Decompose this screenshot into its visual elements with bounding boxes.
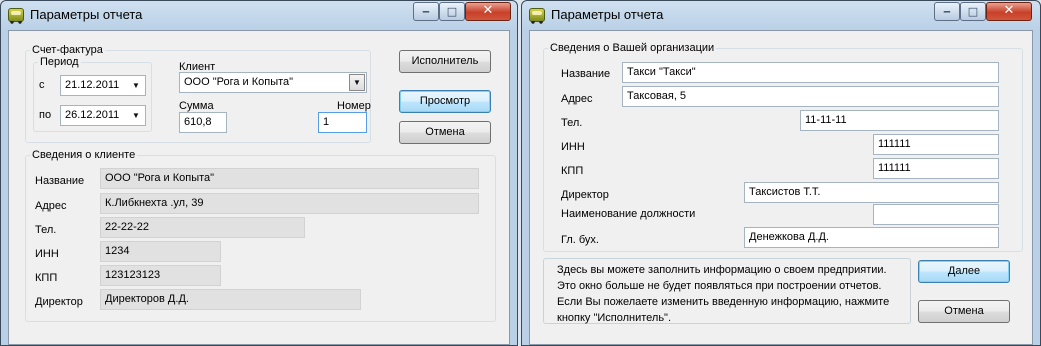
period-to-value: 26.12.2011 [65,109,120,121]
org-accountant-label: Гл. бух. [561,234,599,246]
close-button[interactable]: ✕ [986,2,1032,21]
report-params-window-right: Параметры отчета ‒ □ ✕ Сведения о Вашей … [521,0,1041,346]
client-select-value: ООО "Рога и Копыта" [184,76,294,88]
org-info-group: Сведения о Вашей организации Название Та… [543,41,1023,252]
period-from-date-picker[interactable]: 21.12.2011 ▼ [60,75,146,96]
title-bar[interactable]: Параметры отчета ‒ □ ✕ [1,1,517,29]
org-phone-label: Тел. [561,117,583,129]
dialog-client-area: Счет-фактура Период с 21.12.2011 ▼ по 26… [8,30,510,345]
client-info-group-title: Сведения о клиенте [30,148,138,162]
org-kpp-label: КПП [561,165,584,177]
period-from-value: 21.12.2011 [65,79,120,91]
client-name-label: Название [35,175,85,187]
chevron-down-icon[interactable]: ▼ [128,77,144,94]
org-phone-field[interactable]: 11-11-11 [800,110,999,131]
info-line: Если Вы пожелаете изменить введенную инф… [557,296,890,308]
info-line: кнопку "Исполнитель". [557,312,672,324]
info-line: Здесь вы можете заполнить информацию о с… [557,264,887,276]
executor-button[interactable]: Исполнитель [399,50,491,73]
sum-label: Сумма [179,100,214,112]
client-address-label: Адрес [35,200,67,212]
info-line: Это окно больше не будет появляться при … [557,280,882,292]
org-address-label: Адрес [561,93,593,105]
window-title: Параметры отчета [30,7,143,22]
org-inn-field[interactable]: 111111 [873,134,999,155]
app-car-icon [529,8,545,24]
client-inn-label: ИНН [35,248,59,260]
client-name-field[interactable]: ООО "Рога и Копыта" [100,168,479,189]
period-group-title: Период [38,55,81,69]
number-field[interactable]: 1 [318,112,367,133]
number-label: Номер [337,100,371,112]
maximize-button[interactable]: □ [960,2,986,21]
org-director-label: Директор [561,189,609,201]
info-text: Здесь вы можете заполнить информацию о с… [557,262,889,326]
cancel-button[interactable]: Отмена [918,300,1010,323]
client-address-field[interactable]: К.Либкнехта .ул, 39 [100,193,479,214]
minimize-button[interactable]: ‒ [934,2,960,21]
client-inn-field[interactable]: 1234 [100,241,221,262]
client-phone-label: Тел. [35,224,57,236]
period-to-date-picker[interactable]: 26.12.2011 ▼ [60,105,146,126]
org-name-label: Название [561,68,611,80]
cancel-button[interactable]: Отмена [399,121,491,144]
invoice-group: Счет-фактура Период с 21.12.2011 ▼ по 26… [25,43,371,143]
org-inn-label: ИНН [561,141,585,153]
client-kpp-field[interactable]: 123123123 [100,265,221,286]
org-position-label: Наименование должности [561,208,696,220]
client-phone-field[interactable]: 22-22-22 [100,217,305,238]
org-director-field[interactable]: Таксистов Т.Т. [744,182,999,203]
chevron-down-icon[interactable]: ▼ [349,74,365,91]
org-position-field[interactable] [873,204,999,225]
window-title: Параметры отчета [551,7,664,22]
org-info-group-title: Сведения о Вашей организации [548,41,717,55]
client-director-field[interactable]: Директоров Д.Д. [100,289,361,310]
info-box: Здесь вы можете заполнить информацию о с… [543,258,911,324]
org-name-field[interactable]: Такси "Такси" [622,62,999,83]
title-bar[interactable]: Параметры отчета ‒ □ ✕ [522,1,1040,29]
client-select[interactable]: ООО "Рога и Копыта" ▼ [179,72,367,93]
sum-field[interactable]: 610,8 [179,112,227,133]
next-button[interactable]: Далее [918,260,1010,283]
org-kpp-field[interactable]: 111111 [873,158,999,179]
minimize-button[interactable]: ‒ [413,2,439,21]
report-params-window-left: Параметры отчета ‒ □ ✕ Счет-фактура Пери… [0,0,518,346]
maximize-button[interactable]: □ [439,2,465,21]
chevron-down-icon[interactable]: ▼ [128,107,144,124]
preview-button[interactable]: Просмотр [399,90,491,113]
org-address-field[interactable]: Таксовая, 5 [622,86,999,107]
period-group: Период с 21.12.2011 ▼ по 26.12.2011 ▼ [33,55,152,132]
client-info-group: Сведения о клиенте Название ООО "Рога и … [25,148,496,322]
org-accountant-field[interactable]: Денежкова Д.Д. [744,227,999,248]
period-to-label: по [39,109,52,121]
dialog-client-area: Сведения о Вашей организации Название Та… [529,30,1033,345]
client-director-label: Директор [35,296,83,308]
client-kpp-label: КПП [35,272,58,284]
close-button[interactable]: ✕ [465,2,511,21]
app-car-icon [8,8,24,24]
period-from-label: с [39,79,45,91]
